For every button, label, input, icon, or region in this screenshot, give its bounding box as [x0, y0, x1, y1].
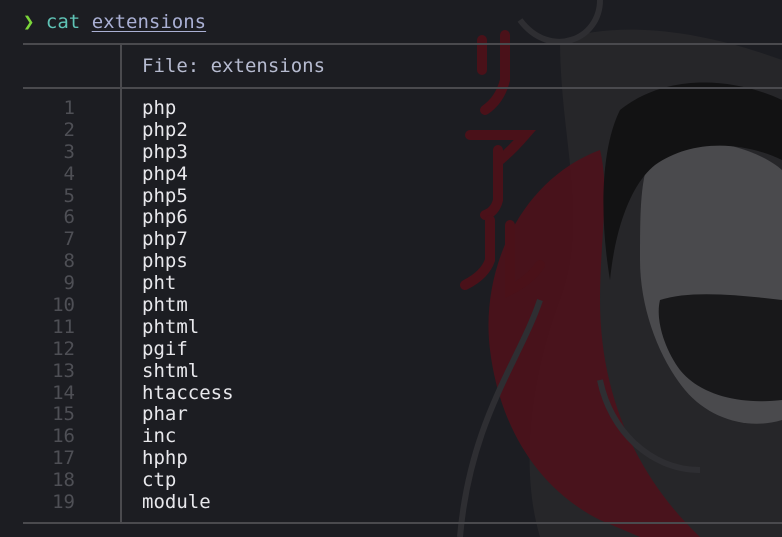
line-number: 6	[63, 206, 75, 229]
line-text: phtm	[142, 294, 188, 317]
header-top-divider	[23, 43, 782, 45]
line-text: ctp	[142, 469, 177, 492]
line-number: 13	[52, 359, 75, 382]
line-text: pgif	[142, 337, 188, 360]
file-line: 11 phtml	[23, 315, 782, 339]
file-content: 1 php 2 php2 3 php3 4 php4 5 php5 6 php6 7 php7…	[23, 97, 782, 514]
file-line: 5 php5	[23, 184, 782, 208]
line-number: 16	[52, 425, 75, 448]
line-text: php	[142, 97, 177, 119]
line-number: 15	[52, 403, 75, 426]
file-line: 13 shtml	[23, 359, 782, 383]
command-name: cat	[45, 11, 81, 33]
file-line: 3 php3	[23, 140, 782, 164]
command-prompt: ❯ cat extensions	[23, 8, 206, 36]
footer-divider	[23, 522, 782, 524]
line-number: 7	[63, 228, 75, 251]
file-line: 10 phtm	[23, 294, 782, 317]
file-line: 15 phar	[23, 404, 782, 426]
line-text: phar	[142, 403, 188, 426]
file-line: 1 php	[23, 97, 782, 120]
line-number: 5	[63, 184, 75, 207]
line-text: phtml	[142, 315, 200, 338]
line-number: 8	[63, 250, 75, 273]
file-header: File: extensions	[142, 55, 326, 77]
line-text: php6	[142, 206, 188, 229]
file-line: 16 inc	[23, 425, 782, 448]
terminal-window[interactable]: ❯ cat extensions File: extensions 1 php 2…	[0, 0, 782, 537]
line-number: 1	[63, 97, 75, 119]
file-line: 19 module	[23, 491, 782, 514]
line-text: module	[142, 491, 211, 514]
prompt-arrow-icon: ❯	[23, 11, 35, 33]
file-line: 12 pgif	[23, 337, 782, 361]
line-text: php7	[142, 228, 188, 251]
file-line: 4 php4	[23, 162, 782, 186]
line-text: php2	[142, 118, 188, 141]
file-line: 14 htaccess	[23, 381, 782, 405]
line-number: 18	[52, 469, 75, 492]
header-bottom-divider	[23, 87, 782, 89]
file-line: 9 pht	[23, 272, 782, 295]
line-text: hphp	[142, 447, 188, 470]
line-number: 17	[52, 447, 75, 470]
line-number: 9	[63, 272, 75, 295]
line-text: shtml	[142, 359, 200, 382]
file-line: 18 ctp	[23, 469, 782, 492]
line-text: pht	[142, 272, 177, 295]
line-number: 2	[63, 118, 75, 141]
line-text: phps	[142, 250, 188, 273]
line-number: 11	[52, 315, 75, 338]
line-text: php4	[142, 162, 188, 185]
line-number: 4	[63, 162, 75, 185]
line-text: php5	[142, 184, 188, 207]
file-line: 2 php2	[23, 118, 782, 142]
line-number: 19	[52, 491, 75, 514]
line-number: 14	[52, 381, 75, 404]
line-number: 10	[52, 294, 75, 317]
line-number: 12	[52, 337, 75, 360]
line-text: php3	[142, 140, 188, 163]
file-line: 8 phps	[23, 250, 782, 273]
line-text: htaccess	[142, 381, 234, 404]
file-line: 7 php7	[23, 228, 782, 251]
line-text: inc	[142, 425, 177, 448]
line-number: 3	[63, 140, 75, 163]
file-line: 6 php6	[23, 207, 782, 229]
file-line: 17 hphp	[23, 447, 782, 470]
command-argument[interactable]: extensions	[92, 11, 206, 33]
